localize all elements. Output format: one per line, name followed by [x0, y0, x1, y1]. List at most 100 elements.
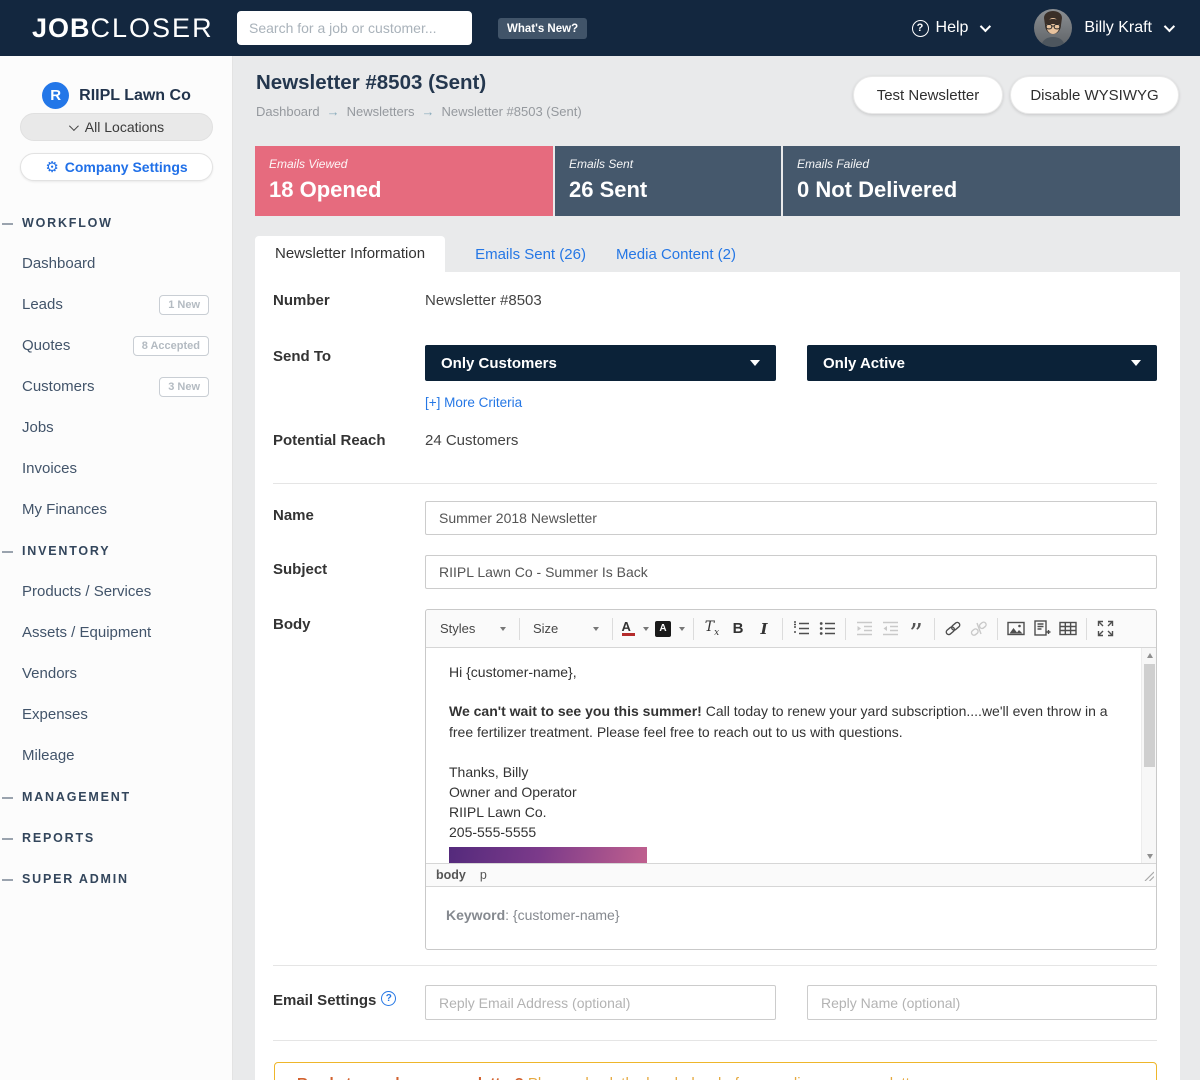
subject-input[interactable] — [425, 555, 1157, 589]
sidebar-section-inventory[interactable]: INVENTORY — [0, 530, 233, 571]
background-color-button[interactable]: A — [652, 617, 688, 641]
help-tooltip-icon[interactable]: ? — [381, 991, 396, 1006]
greeting-line: Hi {customer-name}, — [449, 662, 1116, 682]
tab-media-content[interactable]: Media Content (2) — [616, 246, 736, 263]
size-dropdown[interactable]: Size — [525, 617, 607, 641]
top-navbar: JOBCLOSER What's New? ? Help — [0, 0, 1200, 56]
sidebar-item-customers[interactable]: Customers3 New — [0, 366, 233, 407]
unlink-button[interactable] — [966, 617, 992, 641]
section-dashes-icon — [2, 838, 13, 840]
help-icon: ? — [912, 20, 929, 37]
breadcrumb-dashboard[interactable]: Dashboard — [256, 104, 320, 119]
all-locations-selector[interactable]: All Locations — [20, 113, 213, 141]
sidebar-section-super-admin[interactable]: SUPER ADMIN — [0, 858, 233, 899]
background-color-icon: A — [655, 621, 671, 637]
breadcrumb-newsletters[interactable]: Newsletters — [347, 104, 415, 119]
bulleted-list-button[interactable] — [814, 617, 840, 641]
sidebar-item-dashboard[interactable]: Dashboard — [0, 243, 233, 284]
reply-name-input[interactable] — [807, 985, 1157, 1020]
user-name[interactable]: Billy Kraft — [1084, 19, 1152, 37]
sidebar-item-label: Dashboard — [22, 255, 95, 272]
toolbar-separator — [1086, 618, 1087, 640]
breadcrumb: Dashboard→Newsletters→Newsletter #8503 (… — [256, 104, 582, 119]
sidebar-item-label: My Finances — [22, 501, 107, 518]
sidebar-item-expenses[interactable]: Expenses — [0, 694, 233, 735]
outdent-icon — [856, 620, 873, 637]
section-dashes-icon — [2, 551, 13, 553]
sidebar-section-management[interactable]: MANAGEMENT — [0, 776, 233, 817]
newsletter-banner-image[interactable] — [449, 847, 647, 863]
search-input[interactable] — [237, 11, 472, 45]
stat-emails-failed: Emails Failed 0 Not Delivered — [783, 146, 1180, 216]
sidebar-item-mileage[interactable]: Mileage — [0, 735, 233, 776]
user-avatar[interactable] — [1034, 9, 1072, 47]
scrollbar-thumb[interactable] — [1144, 664, 1155, 767]
insert-table-button[interactable] — [1055, 617, 1081, 641]
blockquote-button[interactable]: ” — [903, 617, 929, 641]
scroll-up-arrow[interactable] — [1142, 648, 1156, 662]
remove-format-button[interactable]: Tx — [699, 617, 725, 641]
sidebar-section-reports[interactable]: REPORTS — [0, 817, 233, 858]
more-criteria-link[interactable]: [+] More Criteria — [425, 395, 522, 410]
breadcrumb-arrow-icon: → — [327, 104, 340, 119]
resize-handle[interactable] — [1144, 870, 1154, 884]
indent-icon — [882, 620, 899, 637]
sidebar-item-products-services[interactable]: Products / Services — [0, 571, 233, 612]
bold-button[interactable]: B — [725, 617, 751, 641]
test-newsletter-button[interactable]: Test Newsletter — [853, 76, 1003, 114]
editor-scrollbar[interactable] — [1141, 648, 1156, 863]
stat-label: Emails Failed — [797, 157, 1180, 171]
section-heading: WORKFLOW — [22, 216, 113, 230]
indent-button[interactable] — [877, 617, 903, 641]
number-value: Newsletter #8503 — [425, 292, 542, 309]
whats-new-button[interactable]: What's New? — [498, 18, 587, 39]
scroll-down-arrow[interactable] — [1142, 849, 1156, 863]
send-to-dropdown[interactable]: Only Customers — [425, 345, 776, 381]
all-locations-label: All Locations — [85, 119, 164, 135]
subject-label: Subject — [273, 561, 327, 578]
sidebar-section-workflow[interactable]: WORKFLOW — [0, 202, 233, 243]
table-icon — [1059, 620, 1077, 637]
maximize-button[interactable] — [1092, 617, 1118, 641]
outdent-button[interactable] — [851, 617, 877, 641]
insert-image-button[interactable] — [1003, 617, 1029, 641]
insert-template-button[interactable] — [1029, 617, 1055, 641]
email-settings-text: Email Settings — [273, 992, 376, 1009]
element-path-body[interactable]: body — [436, 868, 466, 882]
reply-email-input[interactable] — [425, 985, 776, 1020]
logo-light: CLOSER — [91, 13, 214, 43]
sidebar-menu: WORKFLOW Dashboard Leads1 New Quotes8 Ac… — [0, 202, 233, 899]
jobcloser-logo[interactable]: JOBCLOSER — [32, 0, 214, 56]
editor-content[interactable]: Hi {customer-name}, We can't wait to see… — [426, 648, 1156, 863]
tab-emails-sent[interactable]: Emails Sent (26) — [475, 246, 586, 263]
company-settings-button[interactable]: ⚙ Company Settings — [20, 153, 213, 181]
disable-wysiwyg-button[interactable]: Disable WYSIWYG — [1010, 76, 1179, 114]
name-input[interactable] — [425, 501, 1157, 535]
link-button[interactable] — [940, 617, 966, 641]
stat-value: 0 Not Delivered — [797, 177, 1180, 203]
toolbar-separator — [782, 618, 783, 640]
sidebar-item-quotes[interactable]: Quotes8 Accepted — [0, 325, 233, 366]
toolbar-separator — [845, 618, 846, 640]
warning-lead: Ready to send your newsletter? — [297, 1075, 524, 1080]
sidebar-item-vendors[interactable]: Vendors — [0, 653, 233, 694]
italic-button[interactable]: I — [751, 617, 777, 641]
sidebar-item-assets-equipment[interactable]: Assets / Equipment — [0, 612, 233, 653]
text-color-button[interactable]: A — [618, 617, 652, 641]
sidebar-item-jobs[interactable]: Jobs — [0, 407, 233, 448]
link-icon — [944, 620, 962, 637]
divider — [273, 1040, 1157, 1041]
sidebar-item-leads[interactable]: Leads1 New — [0, 284, 233, 325]
signature-line: 205-555-5555 — [449, 822, 1116, 842]
tab-newsletter-information[interactable]: Newsletter Information — [255, 236, 445, 272]
element-path-p[interactable]: p — [480, 868, 487, 882]
potential-reach-value: 24 Customers — [425, 432, 518, 449]
sidebar-item-invoices[interactable]: Invoices — [0, 448, 233, 489]
styles-dropdown[interactable]: Styles — [432, 617, 514, 641]
numbered-list-button[interactable] — [788, 617, 814, 641]
send-warning-box: Ready to send your newsletter? Please ch… — [274, 1062, 1157, 1080]
help-menu[interactable]: ? Help — [912, 19, 989, 37]
caret-down-icon — [500, 627, 506, 631]
send-to-status-dropdown[interactable]: Only Active — [807, 345, 1157, 381]
sidebar-item-my-finances[interactable]: My Finances — [0, 489, 233, 530]
